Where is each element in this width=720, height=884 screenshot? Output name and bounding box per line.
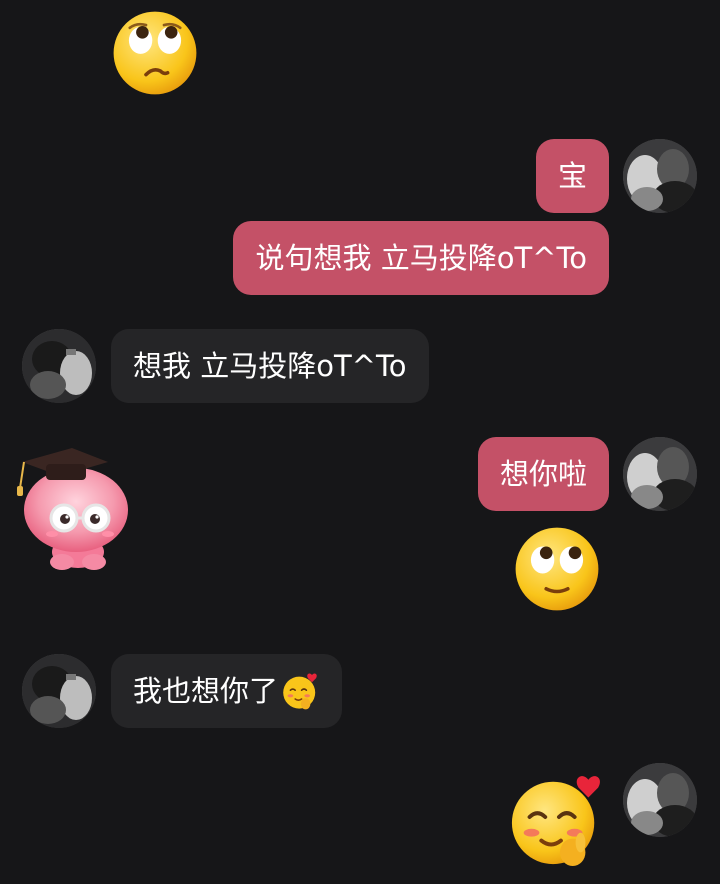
blushing-heart-emoji-icon (280, 671, 320, 711)
received-sticker-message[interactable] (16, 444, 132, 574)
avatar-photo-icon (623, 437, 697, 511)
message-text: 我也想你了 (133, 673, 279, 708)
sent-message-bubble[interactable]: 想你啦 (477, 437, 609, 511)
rolling-eyes-emoji-icon (113, 11, 197, 95)
received-message-bubble[interactable]: 我也想你了 (111, 654, 343, 728)
chat-thread: 宝 说句想我 立马投降oT^To 想我 立马投降oT^To 想你啦 我也想你了 (0, 0, 720, 884)
sent-emoji-message[interactable] (508, 770, 606, 868)
contact-avatar[interactable] (22, 329, 96, 403)
avatar-photo-icon (22, 654, 96, 728)
my-avatar[interactable] (623, 139, 697, 213)
my-avatar[interactable] (623, 437, 697, 511)
contact-avatar[interactable] (22, 654, 96, 728)
my-avatar[interactable] (623, 763, 697, 837)
sent-emoji-message[interactable] (512, 524, 602, 614)
received-emoji-message[interactable] (110, 8, 200, 98)
rolling-eyes-emoji-icon (515, 527, 599, 611)
sent-message-bubble[interactable]: 宝 (535, 139, 609, 213)
sent-message-bubble[interactable]: 说句想我 立马投降oT^To (233, 221, 609, 295)
blushing-heart-emoji-icon (511, 776, 600, 867)
avatar-photo-icon (623, 139, 697, 213)
avatar-photo-icon (623, 763, 697, 837)
graduation-mascot-sticker-icon (17, 448, 128, 570)
avatar-photo-icon (22, 329, 96, 403)
received-message-bubble[interactable]: 想我 立马投降oT^To (111, 329, 429, 403)
